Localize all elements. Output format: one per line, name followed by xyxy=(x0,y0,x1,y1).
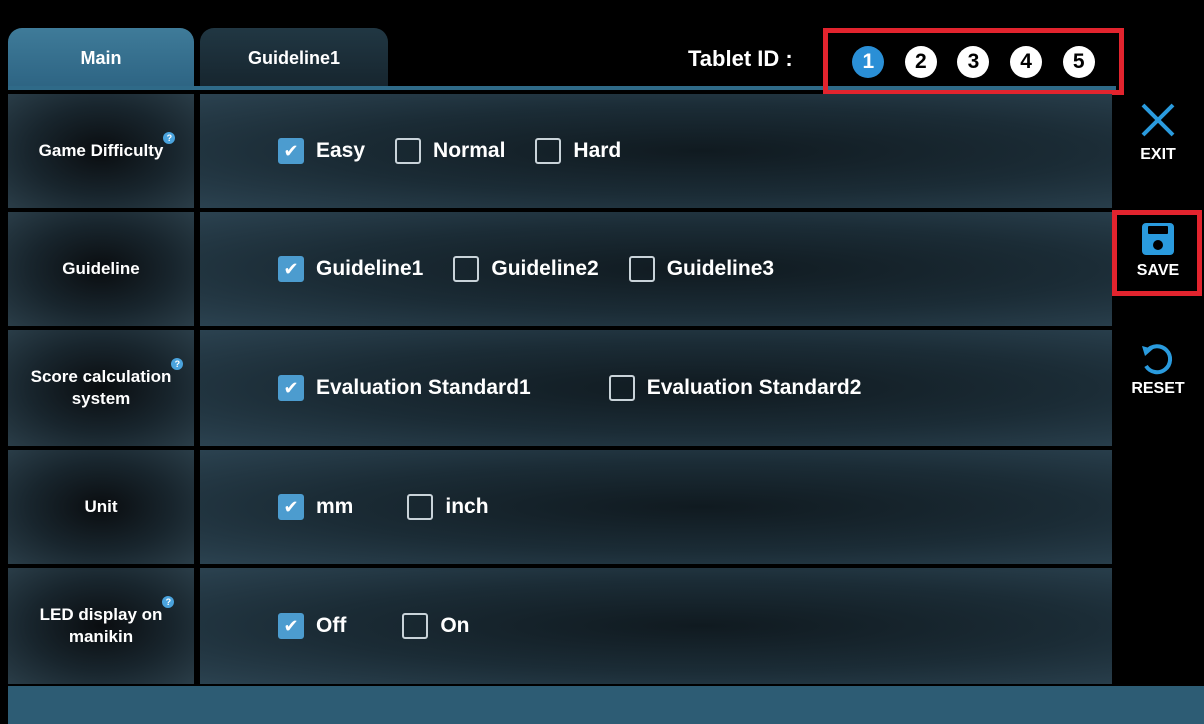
option-label: Guideline3 xyxy=(666,257,775,280)
tablet-id-5-button[interactable]: 5 xyxy=(1062,45,1095,78)
checkbox-icon[interactable] xyxy=(402,613,429,639)
label-wrap: Game Difficulty ? xyxy=(38,132,176,162)
checkbox-icon[interactable] xyxy=(395,138,422,164)
checkbox-icon[interactable] xyxy=(628,256,655,282)
row-panel-game-difficulty: ✔ Easy Normal Hard xyxy=(200,94,1112,208)
tablet-id-label: Tablet ID : xyxy=(688,46,793,71)
tablet-id-2-button[interactable]: 2 xyxy=(904,45,937,78)
option-off[interactable]: ✔ Off xyxy=(278,613,346,639)
row-label-text: Game Difficulty xyxy=(38,141,164,160)
option-guideline2[interactable]: Guideline2 xyxy=(453,256,599,282)
checkbox-checked-icon[interactable]: ✔ xyxy=(278,138,304,164)
row-label-guideline: Guideline xyxy=(8,212,194,326)
row-panel-score-calculation: ✔ Evaluation Standard1 Evaluation Standa… xyxy=(200,330,1112,446)
footer-bar xyxy=(8,686,1204,724)
save-button[interactable]: SAVE xyxy=(1120,220,1196,280)
label-wrap: LED display on manikin ? xyxy=(39,596,175,648)
option-normal[interactable]: Normal xyxy=(395,138,505,164)
option-label: Easy xyxy=(316,139,366,162)
tablet-id-4-button[interactable]: 4 xyxy=(1010,45,1043,78)
option-easy[interactable]: ✔ Easy xyxy=(278,138,365,164)
tab-main[interactable]: Main xyxy=(8,28,194,88)
option-label: On xyxy=(440,614,470,637)
option-evaluation-standard2[interactable]: Evaluation Standard2 xyxy=(608,375,862,401)
checkbox-checked-icon[interactable]: ✔ xyxy=(278,375,304,401)
close-icon xyxy=(1141,103,1175,137)
checkbox-icon[interactable] xyxy=(453,256,480,282)
checkbox-checked-icon[interactable]: ✔ xyxy=(278,613,304,639)
row-label-text: system xyxy=(71,389,131,408)
row-label-text: Score calculation xyxy=(30,367,172,386)
option-evaluation-standard1[interactable]: ✔ Evaluation Standard1 xyxy=(278,375,531,401)
row-panel-led-display: ✔ Off On xyxy=(200,568,1112,684)
tablet-id-3-button[interactable]: 3 xyxy=(957,45,990,78)
option-label: Hard xyxy=(573,139,622,162)
reset-button[interactable]: RESET xyxy=(1120,340,1196,398)
row-label-led-display: LED display on manikin ? xyxy=(8,568,194,684)
row-panel-unit: ✔ mm inch xyxy=(200,450,1112,564)
row-label-text: Guideline xyxy=(62,259,140,278)
row-panel-guideline: ✔ Guideline1 Guideline2 Guideline3 xyxy=(200,212,1112,326)
exit-label: EXIT xyxy=(1140,146,1176,163)
option-hard[interactable]: Hard xyxy=(535,138,621,164)
tablet-id-1-button[interactable]: 1 xyxy=(852,45,885,78)
checkbox-checked-icon[interactable]: ✔ xyxy=(278,494,304,520)
option-label: Off xyxy=(316,614,347,637)
option-label: Guideline2 xyxy=(491,257,599,280)
option-label: mm xyxy=(316,495,354,518)
row-label-text: Unit xyxy=(84,497,118,516)
checkbox-icon[interactable] xyxy=(535,138,562,164)
option-guideline3[interactable]: Guideline3 xyxy=(628,256,775,282)
option-label: Evaluation Standard1 xyxy=(316,376,531,399)
reset-icon xyxy=(1142,344,1173,375)
option-label: Normal xyxy=(433,139,506,162)
checkbox-icon[interactable] xyxy=(407,494,434,520)
row-label-unit: Unit xyxy=(8,450,194,564)
tab-guideline1[interactable]: Guideline1 xyxy=(200,28,388,88)
checkbox-checked-icon[interactable]: ✔ xyxy=(278,256,304,282)
save-icon xyxy=(1142,223,1174,255)
save-label: SAVE xyxy=(1136,262,1180,279)
row-label-text: LED display on xyxy=(39,605,163,624)
option-on[interactable]: On xyxy=(402,613,470,639)
help-icon[interactable]: ? xyxy=(162,596,175,608)
checkbox-icon[interactable] xyxy=(608,375,635,401)
row-label-score-calculation: Score calculation system ? xyxy=(8,330,194,446)
tablet-id-selector: 1 2 3 4 5 xyxy=(823,28,1124,95)
label-wrap: Score calculation system ? xyxy=(30,358,184,410)
option-label: Guideline1 xyxy=(316,257,424,280)
help-icon[interactable]: ? xyxy=(163,132,176,144)
row-label-text: manikin xyxy=(68,627,134,646)
option-inch[interactable]: inch xyxy=(407,494,489,520)
reset-label: RESET xyxy=(1131,380,1185,397)
help-icon[interactable]: ? xyxy=(171,358,184,370)
option-guideline1[interactable]: ✔ Guideline1 xyxy=(278,256,423,282)
option-mm[interactable]: ✔ mm xyxy=(278,494,353,520)
option-label: inch xyxy=(445,495,489,518)
option-label: Evaluation Standard2 xyxy=(646,376,862,399)
row-label-game-difficulty: Game Difficulty ? xyxy=(8,94,194,208)
exit-button[interactable]: EXIT xyxy=(1120,100,1196,164)
